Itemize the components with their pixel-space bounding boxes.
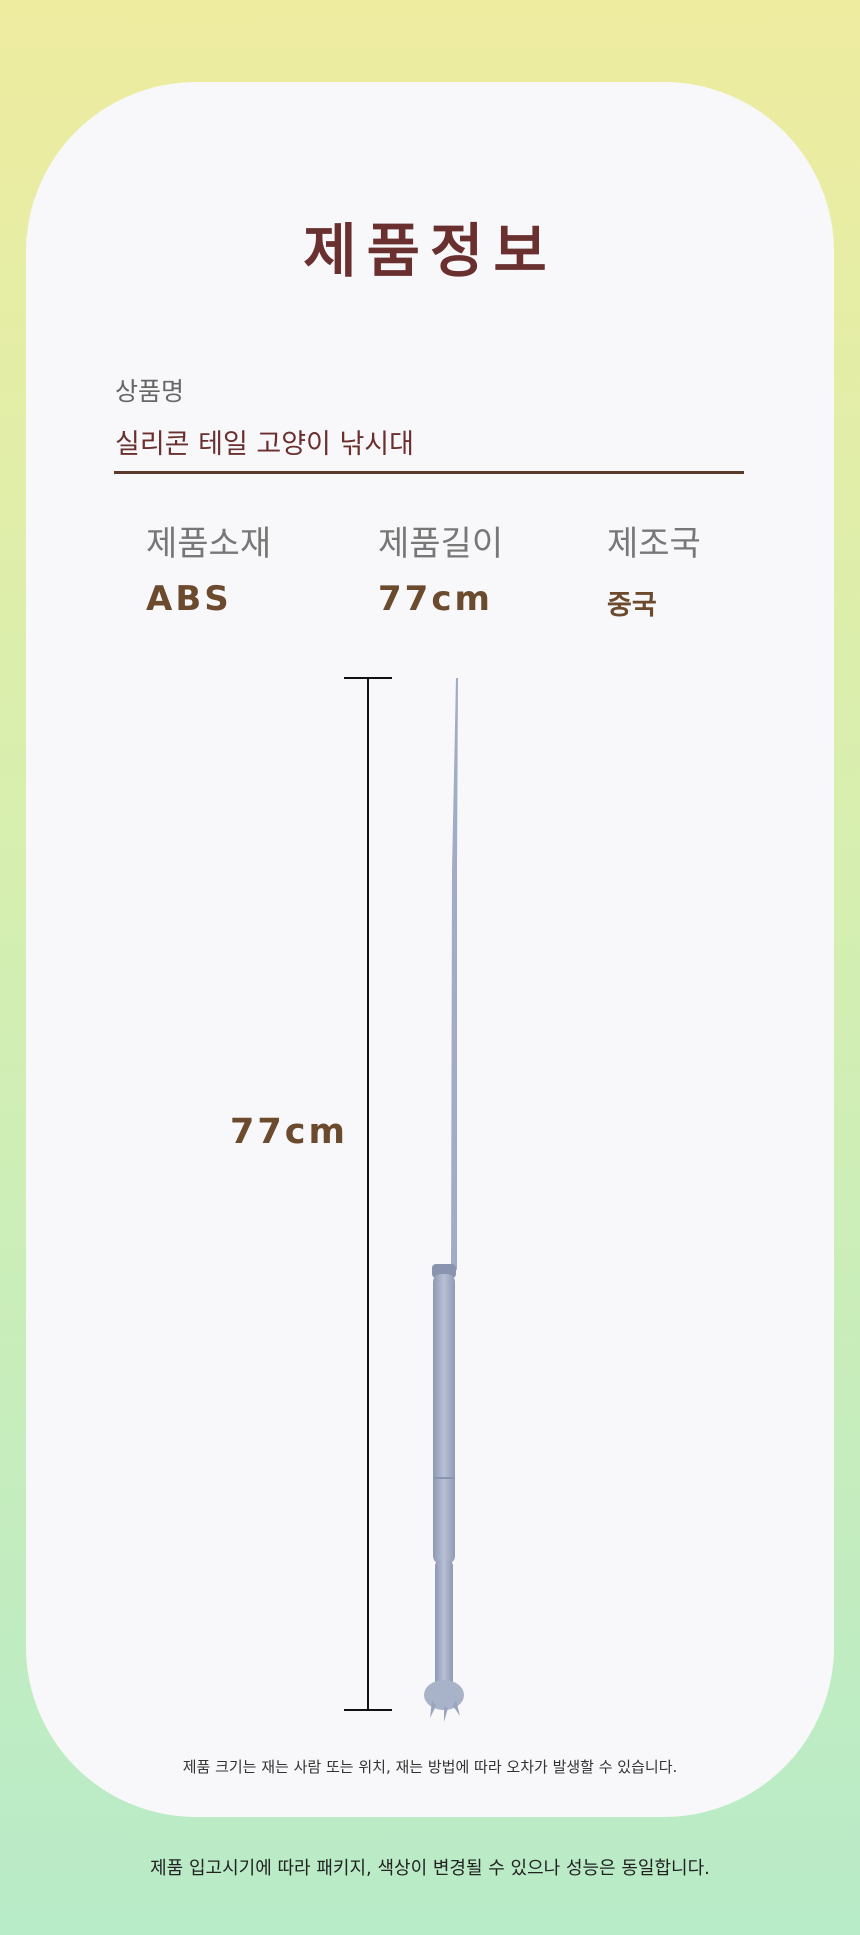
size-note: 제품 크기는 재는 사람 또는 위치, 재는 방법에 따라 오차가 발생할 수 … bbox=[182, 1758, 678, 1776]
dimension-label: 77cm bbox=[230, 1112, 348, 1152]
spec-origin-label: 제조국 bbox=[607, 524, 701, 564]
spec-material-value: ABS bbox=[146, 579, 232, 619]
dimension-line bbox=[367, 677, 369, 1710]
spec-length: 제품길이 77cm bbox=[378, 516, 503, 619]
page-title: 제품정보 bbox=[303, 217, 557, 285]
footer-note: 제품 입고시기에 따라 패키지, 색상이 변경될 수 있으나 성능은 동일합니다… bbox=[150, 1858, 710, 1879]
spec-length-label: 제품길이 bbox=[378, 524, 504, 564]
fishing-rod-image bbox=[424, 678, 464, 1722]
divider bbox=[114, 471, 744, 474]
spec-material-label: 제품소재 bbox=[146, 524, 272, 564]
product-name-label: 상품명 bbox=[115, 377, 185, 406]
spec-material: 제품소재 ABS bbox=[146, 516, 271, 619]
spec-length-value: 77cm bbox=[378, 579, 493, 619]
spec-origin-value: 중국 bbox=[607, 590, 657, 621]
product-name-value: 실리콘 테일 고양이 낚시대 bbox=[115, 429, 414, 460]
dimension-cap-bottom bbox=[344, 1709, 392, 1711]
spec-origin: 제조국 중국 bbox=[607, 516, 701, 622]
